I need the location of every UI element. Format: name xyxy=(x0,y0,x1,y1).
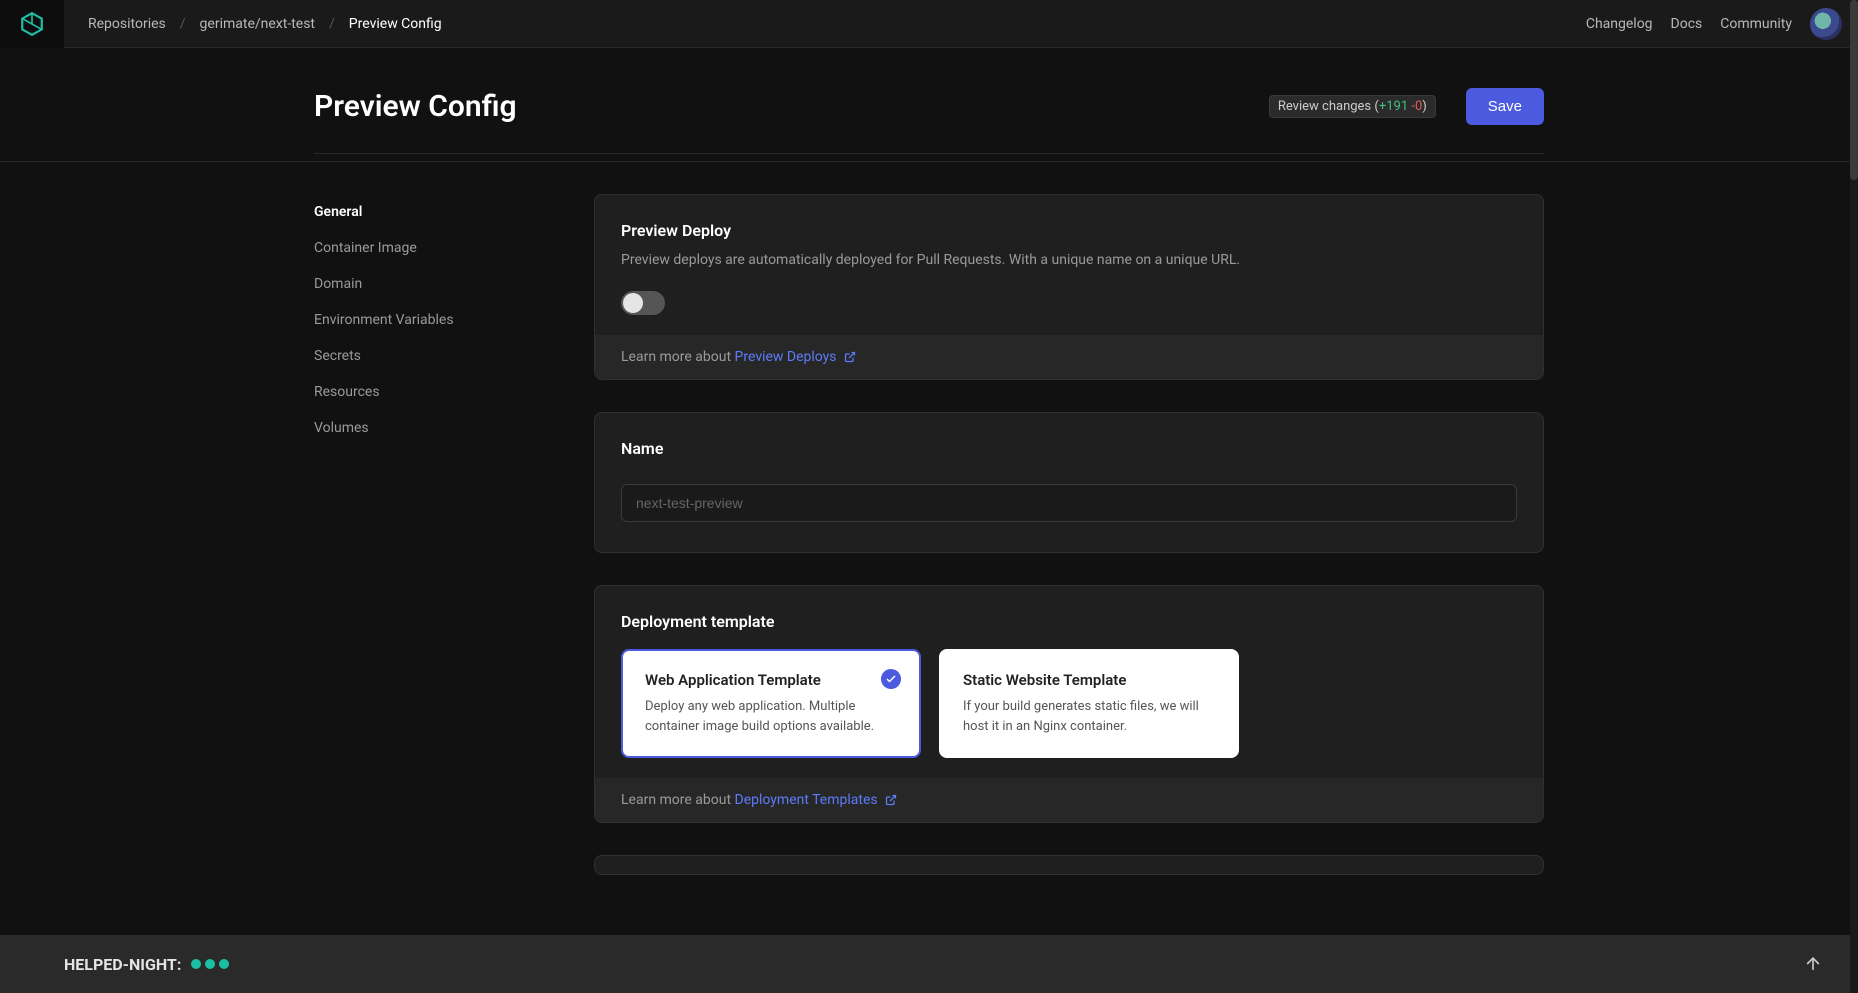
header-divider xyxy=(0,161,1850,162)
templates-footer: Learn more about Deployment Templates xyxy=(595,778,1543,822)
footer-label: HELPED-NIGHT: xyxy=(64,955,181,974)
review-plus: +191 xyxy=(1379,99,1408,114)
breadcrumb-repositories[interactable]: Repositories xyxy=(88,16,166,32)
save-button[interactable]: Save xyxy=(1466,88,1544,125)
sidebar-item-resources[interactable]: Resources xyxy=(314,374,554,410)
sidebar-item-container-image[interactable]: Container Image xyxy=(314,230,554,266)
review-label: Review changes ( xyxy=(1278,99,1379,114)
nav-link-docs[interactable]: Docs xyxy=(1671,16,1703,32)
templates-title: Deployment template xyxy=(621,612,1517,631)
breadcrumb-sep: / xyxy=(180,16,186,32)
review-changes-button[interactable]: Review changes (+191 -0) xyxy=(1269,95,1436,118)
sidebar-item-volumes[interactable]: Volumes xyxy=(314,410,554,446)
template-desc: If your build generates static files, we… xyxy=(963,697,1215,736)
template-desc: Deploy any web application. Multiple con… xyxy=(645,697,897,736)
dot-icon xyxy=(219,959,229,969)
template-title: Static Website Template xyxy=(963,671,1215,689)
review-minus: -0 xyxy=(1411,99,1422,114)
nav-link-changelog[interactable]: Changelog xyxy=(1586,16,1653,32)
breadcrumb-current: Preview Config xyxy=(349,16,442,32)
header-actions: Review changes (+191 -0) Save xyxy=(1269,88,1544,125)
breadcrumb-repo[interactable]: gerimate/next-test xyxy=(200,16,315,32)
template-title: Web Application Template xyxy=(645,671,897,689)
sidebar-item-domain[interactable]: Domain xyxy=(314,266,554,302)
preview-deploys-link[interactable]: Preview Deploys xyxy=(735,349,837,365)
card-name: Name xyxy=(594,412,1544,553)
sidebar: General Container Image Domain Environme… xyxy=(314,194,554,875)
sidebar-item-env-vars[interactable]: Environment Variables xyxy=(314,302,554,338)
scrollbar-thumb[interactable] xyxy=(1850,0,1858,180)
breadcrumb-sep: / xyxy=(329,16,335,32)
top-nav: Repositories / gerimate/next-test / Prev… xyxy=(0,0,1858,48)
logo-icon xyxy=(19,11,45,37)
preview-deploy-desc: Preview deploys are automatically deploy… xyxy=(621,250,1517,271)
template-static-website[interactable]: Static Website Template If your build ge… xyxy=(939,649,1239,758)
dot-icon xyxy=(191,959,201,969)
main: Preview Deploy Preview deploys are autom… xyxy=(594,194,1544,875)
breadcrumb: Repositories / gerimate/next-test / Prev… xyxy=(88,16,442,32)
scroll-to-top-button[interactable] xyxy=(1798,949,1828,979)
body: General Container Image Domain Environme… xyxy=(314,154,1544,875)
scrollbar[interactable] xyxy=(1850,0,1858,993)
status-dots xyxy=(191,959,229,969)
card-next xyxy=(594,855,1544,875)
logo[interactable] xyxy=(0,0,64,48)
deployment-templates-link[interactable]: Deployment Templates xyxy=(735,792,878,808)
toggle-knob xyxy=(623,293,643,313)
name-input[interactable] xyxy=(621,484,1517,522)
dot-icon xyxy=(205,959,215,969)
card-preview-deploy: Preview Deploy Preview deploys are autom… xyxy=(594,194,1544,380)
preview-deploy-footer: Learn more about Preview Deploys xyxy=(595,335,1543,379)
nav-right: Changelog Docs Community xyxy=(1586,8,1842,40)
preview-deploy-toggle[interactable] xyxy=(621,291,665,315)
sidebar-item-secrets[interactable]: Secrets xyxy=(314,338,554,374)
external-link-icon xyxy=(844,351,856,363)
footer-bar: HELPED-NIGHT: xyxy=(0,935,1850,993)
arrow-up-icon xyxy=(1803,954,1823,974)
templates-row: Web Application Template Deploy any web … xyxy=(621,649,1517,758)
template-web-app[interactable]: Web Application Template Deploy any web … xyxy=(621,649,921,758)
card-templates: Deployment template Web Application Temp… xyxy=(594,585,1544,823)
footer-prefix: Learn more about xyxy=(621,792,735,808)
check-icon xyxy=(881,669,901,689)
avatar[interactable] xyxy=(1810,8,1842,40)
review-close: ) xyxy=(1422,99,1427,114)
nav-link-community[interactable]: Community xyxy=(1720,16,1792,32)
external-link-icon xyxy=(885,794,897,806)
page-title: Preview Config xyxy=(314,89,517,124)
preview-deploy-title: Preview Deploy xyxy=(621,221,1517,240)
name-title: Name xyxy=(621,439,1517,458)
footer-prefix: Learn more about xyxy=(621,349,735,365)
page-header: Preview Config Review changes (+191 -0) … xyxy=(314,48,1544,154)
sidebar-item-general[interactable]: General xyxy=(314,194,554,230)
